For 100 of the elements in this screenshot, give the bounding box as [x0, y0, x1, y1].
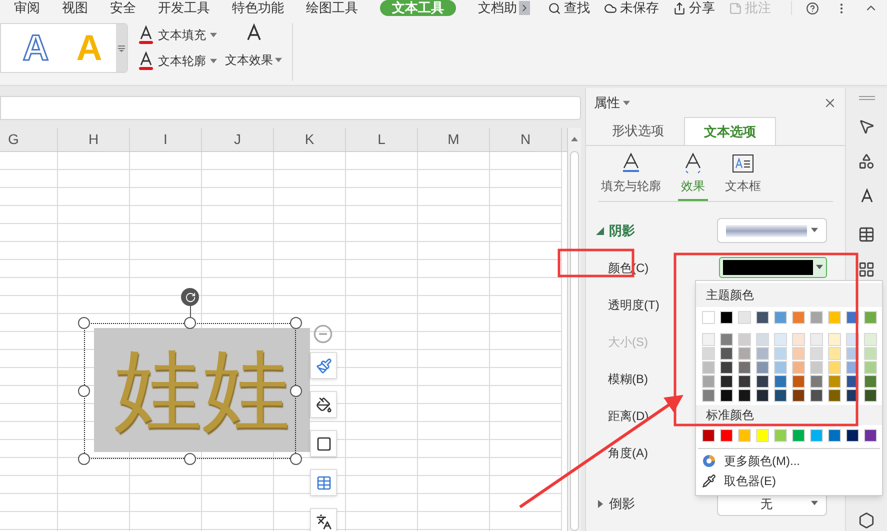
color-swatch[interactable]: [810, 429, 823, 442]
effect-tab[interactable]: 文本框: [722, 154, 764, 201]
color-swatch[interactable]: [720, 429, 733, 442]
color-swatch[interactable]: [792, 375, 805, 388]
panel-tab[interactable]: 形状选项: [592, 117, 684, 145]
menu-tab[interactable]: 文档助: [478, 1, 517, 15]
color-swatch[interactable]: [810, 375, 823, 388]
color-swatch[interactable]: [864, 375, 877, 388]
toolbar-button[interactable]: 分享: [673, 1, 715, 15]
quick-tool-button[interactable]: [310, 508, 337, 531]
color-swatch[interactable]: [792, 333, 805, 346]
color-swatch[interactable]: [810, 361, 823, 374]
column-header[interactable]: N: [490, 128, 562, 151]
ribbon-button[interactable]: 文本填充: [138, 25, 217, 45]
color-swatch[interactable]: [828, 311, 841, 324]
toolbar-button[interactable]: 未保存: [604, 1, 659, 15]
column-header[interactable]: J: [202, 128, 274, 151]
gallery-scroll-button[interactable]: [116, 24, 127, 72]
menu-tab[interactable]: 特色功能: [232, 1, 284, 15]
ribbon-button[interactable]: 文本轮廓: [138, 51, 217, 71]
toolbar-button[interactable]: 查找: [548, 1, 590, 15]
color-swatch[interactable]: [720, 347, 733, 360]
shapes-icon[interactable]: [858, 153, 875, 170]
color-swatch[interactable]: [774, 429, 787, 442]
menu-tab[interactable]: 视图: [62, 1, 88, 15]
color-swatch[interactable]: [756, 361, 769, 374]
color-swatch[interactable]: [702, 361, 715, 374]
color-swatch[interactable]: [792, 429, 805, 442]
panel-tab[interactable]: 文本选项: [684, 117, 776, 145]
color-swatch[interactable]: [756, 429, 769, 442]
color-swatch[interactable]: [810, 347, 823, 360]
effect-tab[interactable]: 效果: [678, 152, 708, 201]
color-swatch[interactable]: [828, 389, 841, 402]
color-swatch[interactable]: [720, 311, 733, 324]
help-icon[interactable]: [806, 2, 819, 14]
color-swatch[interactable]: [756, 389, 769, 402]
color-swatch[interactable]: [774, 347, 787, 360]
color-swatch[interactable]: [756, 347, 769, 360]
column-header[interactable]: L: [346, 128, 418, 151]
section-title[interactable]: 倒影: [609, 494, 635, 514]
color-swatch[interactable]: [828, 429, 841, 442]
color-swatch[interactable]: [792, 389, 805, 402]
color-swatch[interactable]: [810, 311, 823, 324]
dropdown[interactable]: [717, 218, 827, 243]
minus-icon[interactable]: [313, 324, 333, 344]
color-swatch[interactable]: [738, 347, 751, 360]
color-swatch[interactable]: [738, 361, 751, 374]
color-swatch[interactable]: [702, 389, 715, 402]
effect-tab[interactable]: 填充与轮廓: [598, 152, 664, 201]
color-swatch[interactable]: [792, 361, 805, 374]
drag-handle-icon[interactable]: [858, 96, 874, 100]
color-swatch[interactable]: [738, 311, 751, 324]
scrollbar-thumb[interactable]: [570, 151, 579, 531]
color-swatch[interactable]: [720, 389, 733, 402]
column-header[interactable]: K: [274, 128, 346, 151]
color-swatch[interactable]: [738, 429, 751, 442]
color-swatch[interactable]: [774, 311, 787, 324]
color-swatch[interactable]: [774, 375, 787, 388]
text-effect-button[interactable]: 文本效果: [225, 23, 282, 69]
color-swatch[interactable]: [720, 361, 733, 374]
vertical-scrollbar[interactable]: [567, 128, 581, 531]
pointer-icon[interactable]: [858, 118, 875, 135]
color-swatch[interactable]: [864, 389, 877, 402]
color-swatch[interactable]: [702, 375, 715, 388]
color-swatch[interactable]: [756, 375, 769, 388]
column-header[interactable]: M: [418, 128, 490, 151]
menu-tab[interactable]: 绘图工具: [306, 1, 358, 15]
text-style-sample[interactable]: A: [22, 28, 49, 68]
color-swatch[interactable]: [720, 333, 733, 346]
color-swatch[interactable]: [828, 347, 841, 360]
color-swatch[interactable]: [756, 333, 769, 346]
color-swatch[interactable]: [810, 389, 823, 402]
color-swatch[interactable]: [864, 347, 877, 360]
quick-tool-button[interactable]: [310, 430, 337, 457]
color-swatch[interactable]: [864, 311, 877, 324]
section-title[interactable]: 阴影: [609, 220, 635, 240]
color-swatch[interactable]: [792, 311, 805, 324]
hexagon-icon[interactable]: [858, 512, 875, 529]
panel-title[interactable]: 属性: [594, 93, 620, 113]
color-swatch[interactable]: [702, 347, 715, 360]
color-swatch[interactable]: [756, 311, 769, 324]
column-header[interactable]: G: [0, 128, 58, 151]
grid-icon[interactable]: [858, 261, 875, 278]
column-header[interactable]: H: [58, 128, 130, 151]
color-swatch[interactable]: [738, 375, 751, 388]
table-icon[interactable]: [858, 226, 875, 243]
menu-tab[interactable]: 开发工具: [158, 1, 210, 15]
color-swatch[interactable]: [738, 333, 751, 346]
color-swatch[interactable]: [792, 347, 805, 360]
color-swatch[interactable]: [738, 389, 751, 402]
color-swatch[interactable]: [828, 361, 841, 374]
color-dropdown[interactable]: [719, 257, 827, 278]
menu-tab[interactable]: 安全: [110, 1, 136, 15]
column-header[interactable]: I: [130, 128, 202, 151]
color-swatch[interactable]: [720, 375, 733, 388]
chevron-icon[interactable]: [519, 1, 530, 15]
color-swatch[interactable]: [774, 361, 787, 374]
color-swatch[interactable]: [864, 333, 877, 346]
color-swatch[interactable]: [864, 429, 877, 442]
color-swatch[interactable]: [810, 333, 823, 346]
